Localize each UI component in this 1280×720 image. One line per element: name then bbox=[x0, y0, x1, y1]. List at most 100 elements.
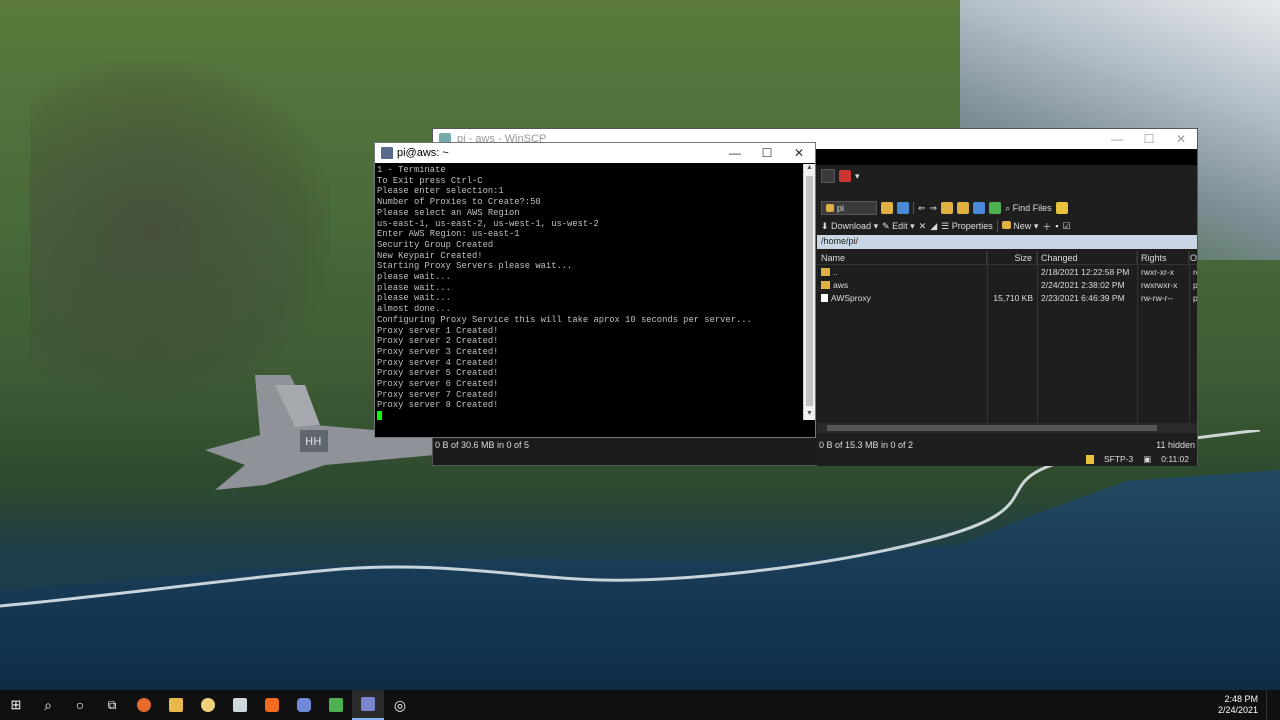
show-hidden-icon[interactable] bbox=[1055, 202, 1068, 214]
rename-icon[interactable]: ◢ bbox=[930, 221, 937, 232]
remote-location-select[interactable]: pi bbox=[821, 201, 877, 215]
column-changed[interactable]: Changed bbox=[1037, 251, 1137, 264]
app-window-button[interactable] bbox=[224, 690, 256, 720]
globe-icon: ◎ bbox=[393, 696, 407, 713]
terminal-line: Please enter selection:1 bbox=[377, 186, 504, 197]
xampp-icon bbox=[265, 698, 279, 712]
file-list-header: Name Size Changed Rights O bbox=[817, 251, 1197, 265]
file-row-aws[interactable]: aws 2/24/2021 2:38:02 PM rwxrwxr-x p bbox=[817, 278, 1197, 291]
cortana-button[interactable]: ○ bbox=[64, 690, 96, 720]
session-toolbar: ▾ bbox=[817, 167, 1197, 185]
column-divider bbox=[1189, 251, 1190, 423]
app-button[interactable] bbox=[192, 690, 224, 720]
minus-icon[interactable]: ▪ bbox=[1055, 221, 1058, 231]
file-row-parent[interactable]: .. 2/18/2021 12:22:58 PM rwxr-xr-x ro bbox=[817, 265, 1197, 278]
maximize-button[interactable]: ☐ bbox=[1133, 132, 1165, 146]
toolbar-separator bbox=[913, 202, 914, 214]
clock-date: 2/24/2021 bbox=[1217, 705, 1258, 715]
edit-label: Edit bbox=[892, 220, 908, 231]
terminal-line: please wait... bbox=[377, 272, 451, 283]
connection-icon: ▣ bbox=[1143, 453, 1152, 464]
download-button[interactable]: ⬇ Download ▾ bbox=[821, 221, 878, 232]
file-name: .. bbox=[833, 266, 838, 277]
folder-icon bbox=[169, 698, 183, 712]
forward-arrow-icon[interactable]: ⇒ bbox=[930, 203, 938, 214]
task-view-button[interactable]: ⧉ bbox=[96, 690, 128, 720]
scroll-down-arrow-icon[interactable]: ▼ bbox=[804, 410, 815, 420]
remote-panel: ▾ pi ⇐ ⇒ ⌕ Find Files ⬇ Download ▾ ✎ Edi… bbox=[817, 165, 1197, 465]
plus-icon[interactable]: ＋ bbox=[1042, 220, 1051, 233]
file-changed: 2/24/2021 2:38:02 PM bbox=[1041, 279, 1125, 290]
back-arrow-icon[interactable]: ⇐ bbox=[918, 203, 926, 214]
terminal-line: Security Group Created bbox=[377, 239, 494, 250]
firefox-button[interactable] bbox=[128, 690, 160, 720]
show-desktop-button[interactable] bbox=[1266, 690, 1280, 720]
cliff-shadow bbox=[30, 60, 330, 400]
edit-button[interactable]: ✎ Edit ▾ bbox=[882, 221, 915, 232]
winscp-taskbar-button[interactable] bbox=[320, 690, 352, 720]
terminal-line: us-east-1, us-east-2, us-west-1, us-west… bbox=[377, 218, 599, 229]
minimize-button[interactable]: — bbox=[1101, 132, 1133, 146]
new-session-icon[interactable] bbox=[839, 170, 851, 182]
find-files-button[interactable]: ⌕ Find Files bbox=[1005, 203, 1052, 214]
horizontal-scrollbar[interactable] bbox=[817, 423, 1197, 433]
download-label: Download bbox=[831, 220, 872, 231]
start-button[interactable]: ⊞ bbox=[0, 690, 32, 720]
maximize-button[interactable]: ☐ bbox=[751, 146, 783, 160]
open-directory-icon[interactable] bbox=[881, 202, 893, 214]
file-name: AWSproxy bbox=[831, 292, 871, 303]
terminal-line: Starting Proxy Servers please wait... bbox=[377, 261, 573, 272]
check-icon[interactable]: ☑ bbox=[1063, 221, 1071, 232]
file-owner: p bbox=[1193, 279, 1197, 290]
home-icon[interactable] bbox=[973, 202, 986, 214]
putty-icon bbox=[361, 697, 375, 711]
parent-directory-icon[interactable] bbox=[941, 202, 954, 214]
filter-icon[interactable] bbox=[897, 202, 909, 214]
putty-titlebar[interactable]: pi@aws: ~ — ☐ ✕ bbox=[375, 143, 815, 163]
remote-path-bar[interactable]: /home/pi/ bbox=[817, 235, 1197, 249]
scroll-up-arrow-icon[interactable]: ▲ bbox=[804, 164, 815, 174]
terminal-line: almost done... bbox=[377, 304, 451, 315]
file-icon bbox=[821, 293, 828, 302]
terminal-cursor-line bbox=[377, 411, 803, 423]
discord-icon bbox=[297, 698, 311, 712]
new-button[interactable]: New ▾ bbox=[1001, 220, 1038, 232]
terminal-line: Proxy server 8 Created! bbox=[377, 400, 499, 411]
scrollbar-thumb[interactable] bbox=[806, 176, 813, 406]
xampp-button[interactable] bbox=[256, 690, 288, 720]
refresh-icon[interactable] bbox=[989, 202, 1002, 214]
system-clock[interactable]: 2:48 PM 2/24/2021 bbox=[1218, 690, 1266, 720]
terminal-line: Configuring Proxy Service this will take… bbox=[377, 314, 752, 325]
terminal-line: Proxy server 4 Created! bbox=[377, 357, 499, 368]
minimize-button[interactable]: — bbox=[719, 146, 751, 160]
chevron-down-icon[interactable]: ▾ bbox=[855, 171, 860, 182]
properties-button[interactable]: ☰ Properties bbox=[941, 221, 993, 232]
file-explorer-button[interactable] bbox=[160, 690, 192, 720]
remote-navigation-toolbar: pi ⇐ ⇒ ⌕ Find Files bbox=[817, 199, 1197, 217]
hidden-files-count[interactable]: 11 hidden bbox=[1156, 440, 1195, 452]
file-changed: 2/23/2021 6:46:39 PM bbox=[1041, 292, 1125, 303]
terminal-scrollbar[interactable]: ▲ ▼ bbox=[803, 164, 815, 420]
putty-taskbar-button[interactable] bbox=[352, 690, 384, 720]
file-row-awsproxy[interactable]: AWSproxy 15,710 KB 2/23/2021 6:46:39 PM … bbox=[817, 291, 1197, 304]
close-button[interactable]: ✕ bbox=[783, 146, 815, 160]
search-button[interactable]: ⌕ bbox=[32, 690, 64, 720]
column-size[interactable]: Size bbox=[987, 251, 1037, 264]
column-divider bbox=[1037, 251, 1038, 423]
column-owner[interactable]: O bbox=[1189, 251, 1197, 264]
delete-icon[interactable]: ✕ bbox=[919, 221, 927, 232]
search-icon: ⌕ bbox=[44, 696, 52, 713]
discord-button[interactable] bbox=[288, 690, 320, 720]
terminal-output[interactable]: 1 - Terminate To Exit press Ctrl-C Please … bbox=[376, 164, 804, 440]
terminal-line: Enter AWS Region: us-east-1 bbox=[377, 229, 520, 240]
putty-app-icon bbox=[381, 147, 393, 159]
close-button[interactable]: ✕ bbox=[1165, 132, 1197, 146]
app-button-2[interactable]: ◎ bbox=[384, 690, 416, 720]
column-rights[interactable]: Rights bbox=[1137, 251, 1189, 264]
root-directory-icon[interactable] bbox=[957, 202, 970, 214]
column-name[interactable]: Name bbox=[817, 251, 987, 264]
scrollbar-thumb[interactable] bbox=[827, 425, 1157, 431]
protocol-label: SFTP-3 bbox=[1103, 454, 1134, 464]
new-label: New bbox=[1013, 220, 1032, 231]
session-dropdown[interactable] bbox=[821, 169, 835, 183]
